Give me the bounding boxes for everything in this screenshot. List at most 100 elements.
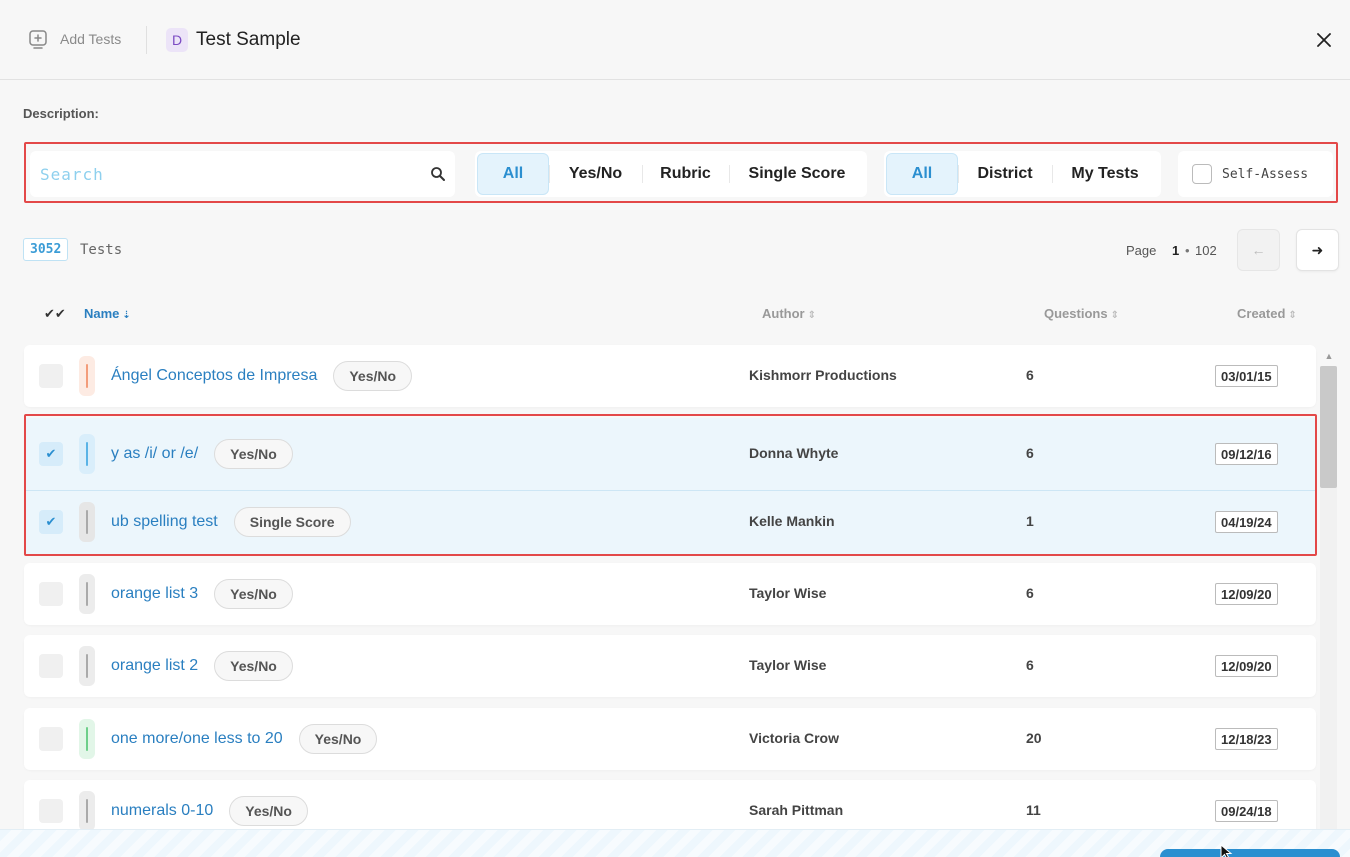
test-color-indicator <box>79 574 95 614</box>
test-type-badge: Yes/No <box>214 579 293 609</box>
test-type-badge: Yes/No <box>214 439 293 469</box>
type-filter-yes-no[interactable]: Yes/No <box>549 153 642 195</box>
scope-filter-my-tests[interactable]: My Tests <box>1052 153 1158 195</box>
test-name-group: Ángel Conceptos de Impresa Yes/No <box>111 361 413 391</box>
add-selected-button[interactable] <box>1160 849 1340 857</box>
column-header-questions-label: Questions <box>1044 306 1108 321</box>
close-icon <box>1317 33 1331 47</box>
modal-header: Add Tests D Test Sample <box>0 0 1350 80</box>
test-name-link[interactable]: ub spelling test <box>111 513 218 531</box>
modal-title: Test Sample <box>196 29 301 50</box>
test-color-indicator <box>79 791 95 831</box>
row-checkbox[interactable] <box>39 582 63 606</box>
column-header-created[interactable]: Created ⇕ <box>1237 306 1297 321</box>
table-row[interactable]: one more/one less to 20 Yes/No Victoria Cr… <box>24 708 1316 770</box>
scroll-up-icon[interactable]: ▲ <box>1322 349 1336 363</box>
column-header-author-label: Author <box>762 306 805 321</box>
row-checkbox[interactable]: ✔ <box>39 510 63 534</box>
column-header-name-label: Name <box>84 306 120 321</box>
table-row[interactable]: ✔ y as /i/ or /e/Yes/No Donna Whyte 6 09/12/… <box>24 418 1316 490</box>
table-row[interactable]: orange list 3 Yes/No Taylor Wise 6 12/09/20 <box>24 563 1316 625</box>
test-type-badge: Yes/No <box>333 361 413 391</box>
test-name-link[interactable]: orange list 3 <box>111 585 198 603</box>
arrow-right-icon: ➜ <box>1311 241 1324 258</box>
column-header-questions[interactable]: Questions ⇕ <box>1044 306 1119 321</box>
search-icon[interactable] <box>430 166 446 182</box>
scope-filter-all[interactable]: All <box>886 153 958 195</box>
search-input[interactable] <box>40 151 410 197</box>
pager-separator: • <box>1185 243 1190 258</box>
test-name-link[interactable]: orange list 2 <box>111 657 198 675</box>
test-name-link[interactable]: numerals 0-10 <box>111 802 213 820</box>
test-author: Victoria Crow <box>749 730 839 746</box>
row-checkbox[interactable] <box>39 799 63 823</box>
test-author: Taylor Wise <box>749 585 827 601</box>
table-row[interactable]: Ángel Conceptos de Impresa Yes/No Kishmorr… <box>24 345 1316 407</box>
test-color-indicator <box>79 356 95 396</box>
scrollbar-thumb[interactable] <box>1320 366 1337 488</box>
test-created-date: 03/01/15 <box>1215 365 1278 387</box>
self-assess-checkbox[interactable] <box>1192 164 1212 184</box>
column-header-author[interactable]: Author ⇕ <box>762 306 816 321</box>
test-name-link[interactable]: Ángel Conceptos de Impresa <box>111 367 317 385</box>
district-badge: D <box>166 28 188 52</box>
results-count: 3052 <box>23 238 69 261</box>
table-row[interactable]: orange list 2 Yes/No Taylor Wise 6 12/09/20 <box>24 635 1316 697</box>
column-header-name[interactable]: Name ⇣ <box>84 306 131 321</box>
test-question-count: 6 <box>1026 657 1034 673</box>
mouse-cursor-icon <box>1220 845 1233 857</box>
select-all-icon[interactable]: ✔✔ <box>44 306 66 322</box>
test-question-count: 6 <box>1026 585 1034 601</box>
prev-page-button[interactable]: ← <box>1237 229 1280 271</box>
header-divider <box>146 26 147 54</box>
pager-label: Page <box>1126 243 1157 258</box>
filter-bar: All Yes/No Rubric Single Score All Distr… <box>24 142 1338 203</box>
test-created-date: 04/19/24 <box>1215 511 1278 533</box>
test-color-indicator <box>79 434 95 474</box>
add-tests-tab[interactable]: Add Tests <box>28 28 121 50</box>
table-row[interactable]: ✔ ub spelling test Single Score Kelle Manki… <box>24 490 1316 554</box>
type-filter-single-score[interactable]: Single Score <box>729 153 865 195</box>
close-button[interactable] <box>1312 28 1336 52</box>
test-name-link[interactable]: y as /i/ or /e/ <box>111 445 198 463</box>
modal-title-group: D Test Sample <box>166 28 301 52</box>
test-created-date: 12/18/23 <box>1215 728 1278 750</box>
pager-current-page: 1 <box>1172 243 1180 258</box>
test-question-count: 6 <box>1026 445 1034 461</box>
sort-icon: ⇕ <box>1288 310 1297 321</box>
row-divider <box>26 490 1315 491</box>
test-author: Donna Whyte <box>749 445 839 461</box>
results-label: Tests <box>80 242 123 258</box>
scope-filter: All District My Tests <box>884 151 1161 197</box>
test-created-date: 09/24/18 <box>1215 800 1278 822</box>
test-question-count: 1 <box>1026 513 1034 529</box>
next-page-button[interactable]: ➜ <box>1296 229 1339 271</box>
row-checkbox[interactable] <box>39 727 63 751</box>
test-color-indicator <box>79 502 95 542</box>
scope-filter-district[interactable]: District <box>958 153 1052 195</box>
test-question-count: 20 <box>1026 730 1042 746</box>
search-box <box>30 151 455 197</box>
type-filter: All Yes/No Rubric Single Score <box>475 151 867 197</box>
test-name-link[interactable]: one more/one less to 20 <box>111 730 283 748</box>
row-checkbox[interactable] <box>39 654 63 678</box>
test-created-date: 12/09/20 <box>1215 583 1278 605</box>
test-type-badge: Single Score <box>233 507 351 537</box>
sort-icon: ⇕ <box>1110 310 1119 321</box>
arrow-left-icon: ← <box>1251 242 1266 258</box>
test-color-indicator <box>79 646 95 686</box>
test-name-group: orange list 3 Yes/No <box>111 579 293 609</box>
test-type-badge: Yes/No <box>298 724 378 754</box>
self-assess-toggle[interactable]: Self-Assess <box>1178 151 1333 197</box>
type-filter-all[interactable]: All <box>477 153 549 195</box>
test-question-count: 6 <box>1026 367 1034 383</box>
type-filter-rubric[interactable]: Rubric <box>642 153 729 195</box>
test-type-badge: Yes/No <box>229 796 308 826</box>
test-created-date: 09/12/16 <box>1215 443 1278 465</box>
test-type-badge: Yes/No <box>214 651 293 681</box>
test-name-group: one more/one less to 20 Yes/No <box>111 724 378 754</box>
test-question-count: 11 <box>1026 802 1041 818</box>
row-checkbox[interactable] <box>39 364 63 388</box>
add-tests-label: Add Tests <box>60 31 122 47</box>
row-checkbox[interactable]: ✔ <box>39 442 63 466</box>
